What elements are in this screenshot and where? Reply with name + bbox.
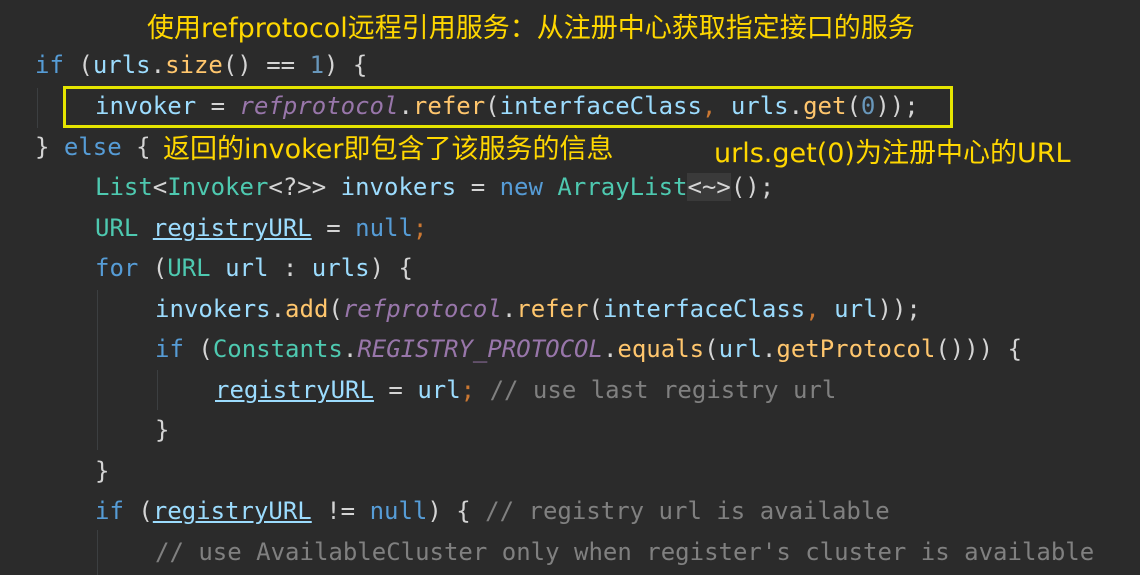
annotation-url-note: urls.get(0)为注册中心的URL (714, 138, 1071, 169)
code-line-3[interactable]: } else { (35, 127, 151, 167)
code-token: (); (730, 173, 775, 201)
indent-guide (37, 88, 38, 128)
code-token: ( (328, 295, 343, 323)
code-token: urls (92, 51, 151, 79)
code-token: ( (63, 51, 93, 79)
code-line-12[interactable]: if (registryURL != null) { // registry u… (95, 491, 890, 531)
code-token: . (150, 51, 166, 79)
annotation-invoker-note: 返回的invoker即包含了该服务的信息 (163, 134, 614, 165)
code-token: url (834, 295, 878, 323)
keyword-for: for (95, 254, 139, 282)
code-token: url (417, 376, 461, 404)
code-line-6[interactable]: for (URL url : urls) { (95, 248, 413, 288)
code-token: Constants (212, 335, 343, 363)
code-line-13[interactable]: // use AvailableCluster only when regist… (155, 532, 1094, 572)
code-line-10[interactable]: } (155, 410, 169, 450)
code-token: List (95, 173, 153, 201)
code-token: registryURL (152, 214, 312, 242)
code-token: , (805, 295, 835, 323)
code-token: add (285, 295, 329, 323)
code-token: } (95, 457, 110, 485)
code-token: ( (138, 254, 168, 282)
code-token: = (311, 214, 356, 242)
code-token: invokers (340, 173, 457, 201)
code-token: = (373, 376, 418, 404)
code-token: ) { (369, 254, 413, 282)
code-token: URL (95, 214, 139, 242)
code-token: . (270, 295, 286, 323)
code-token: equals (617, 335, 705, 363)
code-line-1[interactable]: if (urls.size() == 1) { (35, 45, 367, 85)
code-token: refprotocol (342, 295, 502, 323)
code-line-8[interactable]: if (Constants.REGISTRY_PROTOCOL.equals(u… (155, 329, 1022, 369)
code-token: 1 (309, 51, 325, 79)
code-token: interfaceClass (602, 295, 806, 323)
code-token: } (155, 416, 170, 444)
code-token: ( (588, 295, 603, 323)
code-token: urls (311, 254, 370, 282)
code-editor[interactable]: if (urls.size() == 1) { invoker = refpro… (0, 0, 1140, 575)
code-token: ) { (427, 497, 486, 525)
code-line-7[interactable]: invokers.add(refprotocol.refer(interface… (155, 289, 921, 329)
code-line-4[interactable]: List<Invoker<?>> invokers = new ArrayLis… (95, 167, 774, 207)
keyword-if: if (95, 497, 124, 525)
code-token: ) { (324, 51, 368, 79)
code-token: . (342, 335, 358, 363)
code-token: ArrayList (557, 173, 688, 201)
code-token: } (35, 133, 64, 161)
indent-guide (97, 290, 98, 450)
code-token: size (165, 51, 223, 79)
code-token: != (311, 497, 370, 525)
code-token: refer (516, 295, 589, 323)
code-line-5[interactable]: URL registryURL = null; (95, 208, 427, 248)
diamond-operator[interactable]: <~> (687, 173, 731, 201)
code-token: < (152, 173, 168, 201)
code-token: invokers (155, 295, 271, 323)
code-token: url (718, 335, 762, 363)
code-token: . (501, 295, 517, 323)
highlight-box (63, 86, 953, 128)
code-token: )); (877, 295, 921, 323)
code-token: ())) { (935, 335, 1023, 363)
code-token: : (268, 254, 312, 282)
code-token: ; (412, 214, 428, 242)
code-token: url (225, 254, 269, 282)
keyword-else: else (63, 133, 122, 161)
keyword-null: null (355, 214, 413, 242)
code-token: = (456, 173, 500, 201)
code-token: registryURL (215, 376, 374, 404)
code-token: REGISTRY_PROTOCOL (357, 335, 603, 363)
code-token: registryURL (152, 497, 312, 525)
code-token: ( (704, 335, 719, 363)
keyword-new: new (499, 173, 543, 201)
code-comment: // use AvailableCluster only when regist… (155, 538, 1095, 566)
code-token: . (602, 335, 618, 363)
indent-guide (157, 370, 158, 410)
keyword-if: if (155, 335, 184, 363)
indent-guide (97, 530, 98, 575)
code-line-9[interactable]: registryURL = url; // use last registry … (215, 370, 836, 410)
code-token: URL (167, 254, 211, 282)
code-comment: // registry url is available (485, 497, 890, 525)
code-token: <?>> (268, 173, 341, 201)
code-token: ( (123, 497, 153, 525)
code-token: getProtocol (776, 335, 936, 363)
code-token: . (761, 335, 777, 363)
code-comment: // use last registry url (489, 376, 837, 404)
keyword-if: if (35, 51, 64, 79)
code-token: Invoker (167, 173, 269, 201)
code-token: () == (222, 51, 310, 79)
code-token: { (121, 133, 151, 161)
keyword-null: null (369, 497, 428, 525)
annotation-top: 使用refprotocol远程引用服务：从注册中心获取指定接口的服务 (147, 13, 915, 44)
code-token: ; (460, 376, 490, 404)
code-token: ( (183, 335, 213, 363)
code-line-11[interactable]: } (95, 451, 109, 491)
